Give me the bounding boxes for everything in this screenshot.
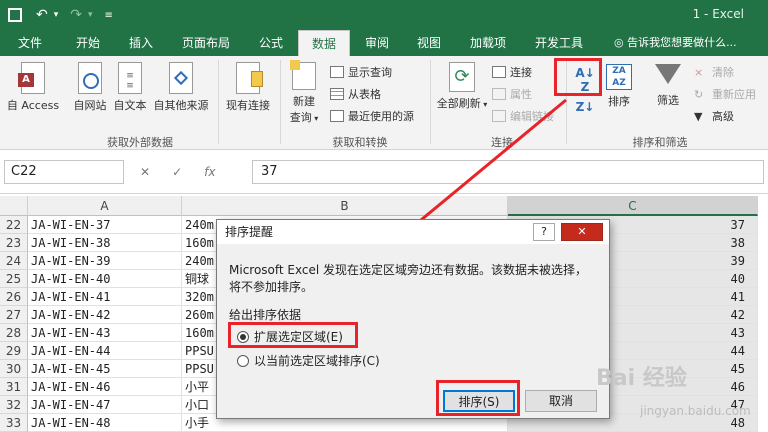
- cancel-button[interactable]: 取消: [525, 390, 597, 412]
- sort-warning-dialog: 排序提醒 ? ✕ Microsoft Excel 发现在选定区域旁边还有数据。该…: [216, 219, 610, 419]
- annotation-highlight-sort-button: [436, 380, 520, 416]
- radio-unselected-icon: [237, 354, 249, 367]
- dialog-message: Microsoft Excel 发现在选定区域旁边还有数据。该数据未被选择，将不…: [229, 263, 588, 294]
- current-selection-radio[interactable]: 以当前选定区域排序(C): [237, 352, 380, 369]
- sort-basis-label: 给出排序依据: [229, 308, 302, 322]
- watermark-url: jingyan.baidu.com: [640, 404, 751, 418]
- annotation-highlight-expand: [228, 322, 358, 348]
- close-button[interactable]: ✕: [561, 223, 603, 241]
- watermark-logo: Bai 经验: [596, 366, 687, 391]
- help-button[interactable]: ?: [533, 223, 555, 241]
